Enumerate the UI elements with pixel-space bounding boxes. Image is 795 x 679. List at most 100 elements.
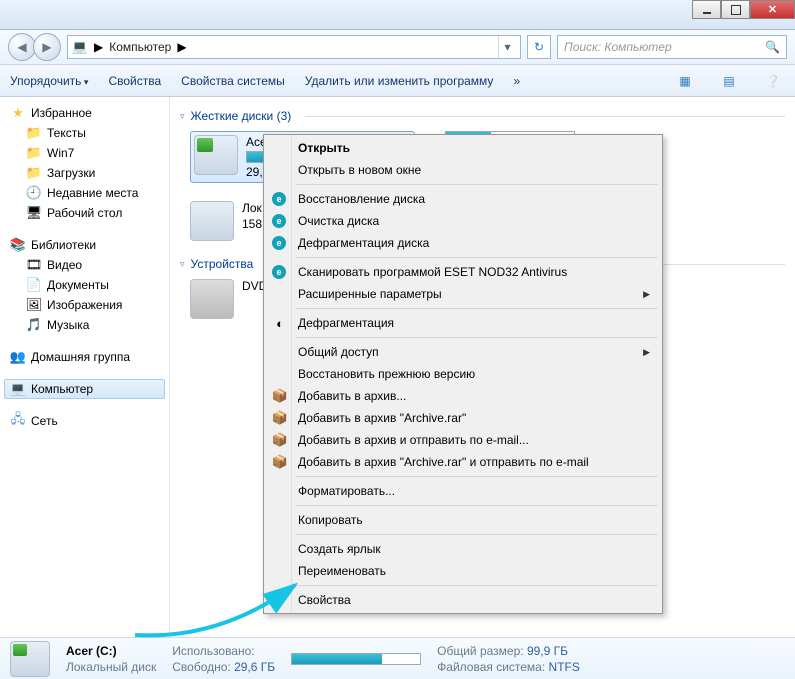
ctx-defrag-disk[interactable]: eДефрагментация диска [266, 232, 660, 254]
maximize-button[interactable] [721, 0, 750, 19]
status-fs-value: NTFS [549, 660, 580, 674]
documents-icon: 📄 [26, 277, 42, 293]
tree-computer[interactable]: 💻Компьютер [4, 379, 165, 399]
desktop-icon: 🖥 [26, 205, 42, 221]
tree-fav-recent[interactable]: 🕘Недавние места [4, 183, 165, 203]
eset-icon: e [272, 214, 286, 228]
status-drive-type: Локальный диск [66, 660, 156, 674]
toolbar-overflow[interactable]: » [513, 74, 520, 88]
tree-lib-music[interactable]: 🎵Музыка [4, 315, 165, 335]
winrar-icon: 📦 [272, 388, 288, 404]
defrag-icon: ◐ [272, 315, 288, 331]
ctx-rename[interactable]: Переименовать [266, 560, 660, 582]
titlebar [0, 0, 795, 30]
collapse-icon: ▿ [180, 259, 185, 270]
search-icon: 🔍 [765, 40, 780, 54]
status-fs-label: Файловая система: [437, 660, 545, 674]
ctx-defrag[interactable]: ◐Дефрагментация [266, 312, 660, 334]
close-button[interactable] [750, 0, 795, 19]
status-total-label: Общий размер: [437, 644, 523, 658]
tree-network[interactable]: 🖧Сеть [4, 411, 165, 431]
homegroup-icon: 👥 [10, 349, 26, 365]
tree-libraries[interactable]: 📚Библиотеки [4, 235, 165, 255]
eset-icon: e [272, 265, 286, 279]
ctx-scan-eset[interactable]: eСканировать программой ESET NOD32 Antiv… [266, 261, 660, 283]
winrar-icon: 📦 [272, 410, 288, 426]
address-dropdown[interactable]: ▾ [498, 36, 516, 58]
tree-lib-video[interactable]: 🎞Видео [4, 255, 165, 275]
status-usage-bar [291, 653, 421, 665]
libraries-icon: 📚 [10, 237, 26, 253]
folder-icon: 📁 [26, 125, 42, 141]
drive-d-name: Лок [242, 201, 262, 215]
eset-icon: e [272, 192, 286, 206]
tree-fav-win7[interactable]: 📁Win7 [4, 143, 165, 163]
view-button[interactable]: ▦ [673, 70, 697, 92]
toolbar-properties[interactable]: Свойства [108, 74, 161, 88]
dvd-icon [190, 279, 234, 319]
winrar-icon: 📦 [272, 454, 288, 470]
ctx-archive-rar-email[interactable]: 📦Добавить в архив "Archive.rar" и отправ… [266, 451, 660, 473]
organize-menu[interactable]: Упорядочить [10, 74, 88, 88]
status-free-label: Свободно: [172, 660, 231, 674]
breadcrumb-arrow[interactable]: ▶ [177, 40, 186, 54]
ctx-format[interactable]: Форматировать... [266, 480, 660, 502]
ctx-copy[interactable]: Копировать [266, 509, 660, 531]
search-box[interactable]: Поиск: Компьютер 🔍 [557, 35, 787, 59]
ctx-restore-disk[interactable]: eВосстановление диска [266, 188, 660, 210]
category-hdd[interactable]: ▿Жесткие диски (3) [180, 109, 785, 123]
breadcrumb-computer[interactable]: Компьютер [109, 40, 171, 54]
ctx-create-shortcut[interactable]: Создать ярлык [266, 538, 660, 560]
ctx-advanced-options[interactable]: Расширенные параметры [266, 283, 660, 305]
preview-pane-button[interactable]: ▤ [717, 70, 741, 92]
breadcrumb-root-arrow[interactable]: ▶ [94, 40, 103, 54]
ctx-open[interactable]: Открыть [266, 137, 660, 159]
ctx-add-to-archive-rar[interactable]: 📦Добавить в архив "Archive.rar" [266, 407, 660, 429]
tree-fav-desktop[interactable]: 🖥Рабочий стол [4, 203, 165, 223]
help-button[interactable]: ❔ [761, 70, 785, 92]
folder-icon: 📁 [26, 165, 42, 181]
status-used-label: Использовано: [172, 644, 254, 658]
nav-row: ◀ ▶ 💻 ▶ Компьютер ▶ ▾ ↻ Поиск: Компьютер… [0, 30, 795, 65]
star-icon: ★ [10, 105, 26, 121]
toolbar-system-properties[interactable]: Свойства системы [181, 74, 285, 88]
drive-icon [194, 135, 238, 175]
tree-lib-docs[interactable]: 📄Документы [4, 275, 165, 295]
tree-homegroup[interactable]: 👥Домашняя группа [4, 347, 165, 367]
status-bar: Acer (C:) Локальный диск Использовано: С… [0, 637, 795, 679]
ctx-restore-previous[interactable]: Восстановить прежнюю версию [266, 363, 660, 385]
drive-icon [190, 201, 234, 241]
back-button[interactable]: ◀ [8, 33, 36, 61]
status-drive-icon [10, 641, 50, 677]
ctx-archive-email[interactable]: 📦Добавить в архив и отправить по e-mail.… [266, 429, 660, 451]
status-free-value: 29,6 ГБ [234, 660, 275, 674]
address-bar[interactable]: 💻 ▶ Компьютер ▶ ▾ [67, 35, 521, 59]
minimize-button[interactable] [692, 0, 721, 19]
status-total-value: 99,9 ГБ [527, 644, 568, 658]
ctx-sharing[interactable]: Общий доступ [266, 341, 660, 363]
tree-fav-downloads[interactable]: 📁Загрузки [4, 163, 165, 183]
tree-favorites[interactable]: ★Избранное [4, 103, 165, 123]
refresh-button[interactable]: ↻ [527, 35, 551, 59]
status-drive-name: Acer (C:) [66, 644, 156, 658]
forward-button[interactable]: ▶ [33, 33, 61, 61]
computer-icon: 💻 [10, 381, 26, 397]
tree-fav-texts[interactable]: 📁Тексты [4, 123, 165, 143]
ctx-properties[interactable]: Свойства [266, 589, 660, 611]
pictures-icon: 🖼 [26, 297, 42, 313]
ctx-add-to-archive[interactable]: 📦Добавить в архив... [266, 385, 660, 407]
context-menu: Открыть Открыть в новом окне eВосстановл… [263, 134, 663, 614]
ctx-open-new-window[interactable]: Открыть в новом окне [266, 159, 660, 181]
tree-lib-pictures[interactable]: 🖼Изображения [4, 295, 165, 315]
music-icon: 🎵 [26, 317, 42, 333]
drive-d-sub: 158 [242, 217, 262, 231]
recent-icon: 🕘 [26, 185, 42, 201]
collapse-icon: ▿ [180, 111, 185, 122]
eset-icon: e [272, 236, 286, 250]
nav-tree: ★Избранное 📁Тексты 📁Win7 📁Загрузки 🕘Неда… [0, 97, 170, 637]
computer-icon: 💻 [72, 39, 88, 55]
toolbar-uninstall[interactable]: Удалить или изменить программу [305, 74, 494, 88]
ctx-cleanup-disk[interactable]: eОчистка диска [266, 210, 660, 232]
search-placeholder: Поиск: Компьютер [564, 40, 672, 54]
network-icon: 🖧 [10, 413, 26, 429]
